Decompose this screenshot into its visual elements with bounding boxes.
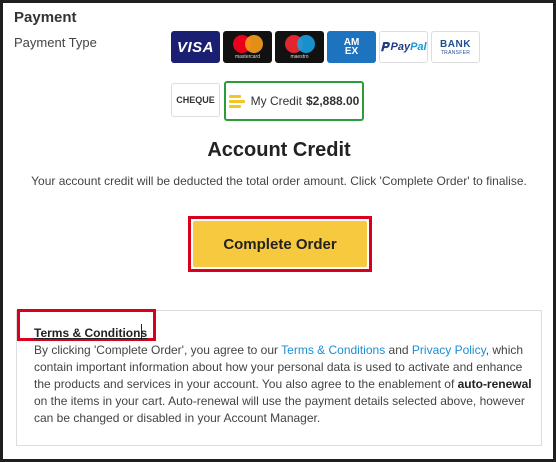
- paypal-p-icon: 𝐏: [380, 39, 389, 54]
- terms-text-4: on the items in your cart. Auto-renewal …: [34, 394, 525, 425]
- auto-renewal-bold: auto-renewal: [457, 377, 532, 391]
- cheque-label: CHEQUE: [176, 95, 215, 105]
- amex-logo-bottom: EX: [344, 46, 359, 57]
- visa-option[interactable]: VISA: [171, 31, 220, 63]
- payment-methods-row-2: CHEQUE My Credit $2,888.00: [171, 81, 364, 121]
- terms-conditions-link[interactable]: Terms & Conditions: [281, 343, 385, 357]
- terms-title: Terms & Conditions: [34, 326, 148, 340]
- payment-section-title: Payment: [14, 9, 77, 26]
- mastercard-logo-icon: [232, 34, 263, 53]
- account-credit-heading: Account Credit: [207, 139, 351, 161]
- privacy-policy-link[interactable]: Privacy Policy: [412, 343, 486, 357]
- maestro-logo-text: maestro: [290, 53, 309, 60]
- terms-text-1: By clicking 'Complete Order', you agree …: [34, 343, 282, 357]
- amex-logo: AM EX: [344, 38, 360, 57]
- paypal-logo-pay: Pay: [390, 41, 411, 53]
- terms-text-2: and: [385, 343, 412, 357]
- amex-option[interactable]: AM EX: [327, 31, 376, 63]
- paypal-logo-pal: Pal: [410, 41, 427, 53]
- bank-logo-line2: TRANSFER: [440, 49, 471, 56]
- maestro-option[interactable]: maestro: [275, 31, 324, 63]
- payment-type-label: Payment Type: [14, 35, 97, 50]
- bank-logo-line1: BANK: [440, 38, 471, 50]
- text-cursor: [141, 324, 142, 340]
- my-credit-amount: $2,888.00: [305, 94, 360, 108]
- credit-stack-icon: [228, 94, 245, 108]
- paypal-option[interactable]: 𝐏 Pay Pal: [379, 31, 428, 63]
- mastercard-logo-text: mastercard: [234, 53, 260, 60]
- checkout-payment-panel: Payment Payment Type VISA mastercard mae…: [0, 0, 556, 462]
- complete-order-button[interactable]: Complete Order: [193, 221, 367, 267]
- maestro-logo-icon: [284, 34, 315, 53]
- my-credit-label: My Credit: [250, 94, 302, 108]
- terms-body: By clicking 'Complete Order', you agree …: [34, 342, 534, 427]
- account-credit-description: Your account credit will be deducted the…: [31, 174, 527, 188]
- payment-methods-row-1: VISA mastercard maestro AM EX 𝐏 Pay Pal B…: [171, 31, 480, 63]
- mastercard-option[interactable]: mastercard: [223, 31, 272, 63]
- my-credit-option[interactable]: My Credit $2,888.00: [224, 81, 364, 121]
- visa-logo-text: VISA: [176, 38, 214, 56]
- bank-transfer-option[interactable]: BANK TRANSFER: [431, 31, 480, 63]
- cheque-option[interactable]: CHEQUE: [171, 83, 220, 117]
